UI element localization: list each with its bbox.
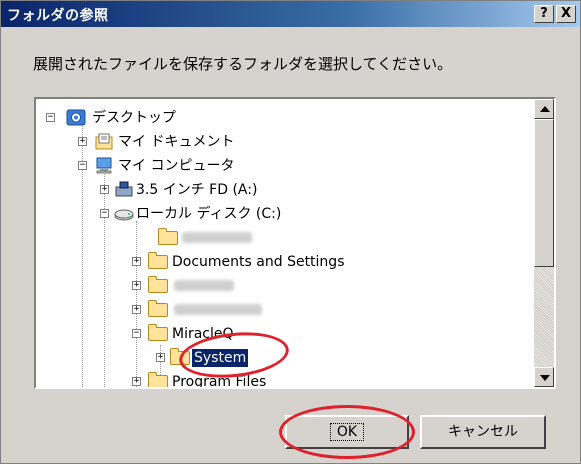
expand-toggle[interactable]: + [78, 137, 87, 146]
folder-icon [148, 300, 168, 317]
tree-node-local-disk[interactable]: − ローカル ディスク (C:) [98, 203, 338, 225]
folder-icon [148, 276, 168, 293]
scroll-up-button[interactable] [534, 99, 554, 119]
tree-node-system[interactable]: + System [154, 347, 294, 369]
folder-icon [158, 228, 178, 245]
tree-label: マイ コンピュータ [118, 158, 235, 174]
tree-label: Program Files [172, 374, 267, 387]
scroll-thumb[interactable] [534, 119, 554, 267]
tree-label: デスクトップ [92, 110, 176, 126]
tree-label: Documents and Settings [172, 254, 345, 270]
tree-node-desktop[interactable]: − デスクトップ [46, 107, 266, 129]
instruction-text: 展開されたファイルを保存するフォルダを選択してください。 [33, 55, 453, 73]
scroll-down-button[interactable] [534, 367, 554, 387]
folder-icon [148, 372, 168, 387]
arrow-up-icon [540, 106, 550, 112]
folder-tree[interactable]: − デスクトップ + マイ ドキュメント − マイ コンピュータ + 3.5 イ… [34, 97, 556, 389]
tree-node-floppy[interactable]: + 3.5 インチ FD (A:) [98, 179, 318, 201]
title-bar: フォルダの参照 ? X [1, 1, 580, 27]
ok-button[interactable]: OK [285, 415, 409, 449]
expand-toggle[interactable]: + [132, 281, 141, 290]
vertical-scrollbar[interactable] [534, 99, 554, 387]
folder-open-icon [170, 348, 190, 365]
browse-folder-dialog: フォルダの参照 ? X 展開されたファイルを保存するフォルダを選択してください。… [0, 0, 581, 464]
expand-toggle[interactable]: + [132, 377, 141, 386]
collapse-toggle[interactable]: − [78, 161, 87, 170]
expand-toggle[interactable]: + [132, 305, 141, 314]
desktop-icon [66, 109, 86, 126]
arrow-down-icon [540, 375, 550, 381]
tree-node-miracleq[interactable]: − MiracleQ [130, 323, 330, 345]
expand-toggle[interactable]: + [100, 185, 109, 194]
tree-connector [104, 169, 105, 387]
ok-label: OK [329, 423, 365, 441]
dialog-title: フォルダの参照 [7, 8, 109, 24]
tree-label: ローカル ディスク (C:) [136, 206, 282, 222]
tree-node-blurred-folder[interactable] [136, 227, 336, 249]
folder-tree-content: − デスクトップ + マイ ドキュメント − マイ コンピュータ + 3.5 イ… [36, 99, 534, 387]
redacted-label [174, 280, 234, 291]
tree-label: MiracleQ [172, 326, 234, 342]
collapse-toggle[interactable]: − [46, 113, 55, 122]
close-button[interactable]: X [556, 5, 576, 23]
cancel-button[interactable]: キャンセル [420, 415, 546, 449]
collapse-toggle[interactable]: − [100, 209, 109, 218]
collapse-toggle[interactable]: − [132, 329, 141, 338]
help-button[interactable]: ? [534, 5, 554, 23]
tree-label: マイ ドキュメント [118, 134, 235, 150]
redacted-label [174, 304, 262, 315]
folder-icon [148, 252, 168, 269]
expand-toggle[interactable]: + [132, 257, 141, 266]
tree-node-blurred-folder[interactable]: + [130, 275, 330, 297]
computer-icon [96, 157, 112, 174]
tree-label: 3.5 インチ FD (A:) [136, 182, 258, 198]
tree-node-blurred-folder[interactable]: + [130, 299, 330, 321]
documents-folder-icon [95, 133, 113, 150]
tree-node-program-files[interactable]: + Program Files [130, 371, 350, 387]
folder-icon [148, 324, 168, 341]
redacted-label [182, 232, 252, 243]
hard-disk-icon [114, 209, 134, 221]
tree-node-my-documents[interactable]: + マイ ドキュメント [76, 131, 296, 153]
expand-toggle[interactable]: + [156, 353, 165, 362]
floppy-drive-icon [115, 181, 133, 197]
tree-label: System [192, 349, 249, 367]
tree-node-documents-and-settings[interactable]: + Documents and Settings [130, 251, 430, 273]
tree-node-my-computer[interactable]: − マイ コンピュータ [76, 155, 296, 177]
